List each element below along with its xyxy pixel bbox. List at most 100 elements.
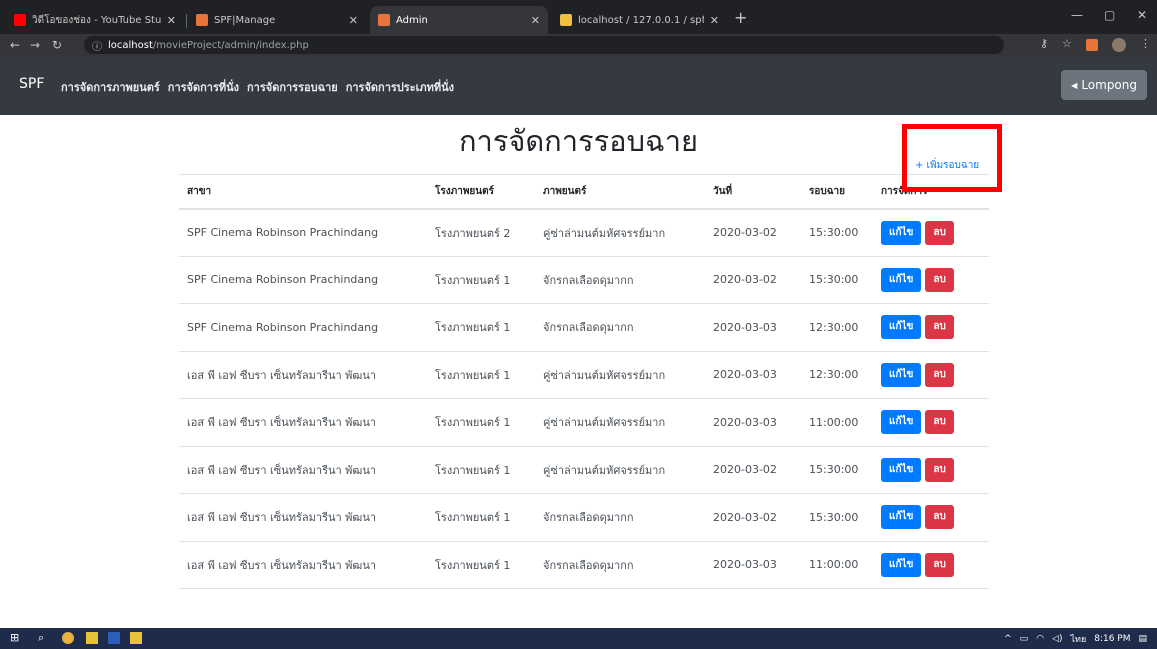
key-icon[interactable]: ⚷ xyxy=(1040,37,1048,50)
delete-button[interactable]: ลบ xyxy=(925,410,954,435)
nav-link-movies[interactable]: การจัดการภาพยนตร์ xyxy=(61,78,160,96)
delete-button[interactable]: ลบ xyxy=(925,362,954,387)
browser-tab[interactable]: localhost / 127.0.0.1 / spf / ticke ✕ xyxy=(552,6,727,34)
forward-arrow-icon[interactable]: → xyxy=(30,38,40,52)
user-name: Lompong xyxy=(1081,78,1137,92)
app-navbar: SPF การจัดการภาพยนตร์ การจัดการที่นั่ง ก… xyxy=(0,56,1157,115)
header-branch: สาขา xyxy=(179,174,427,210)
header-theater: โรงภาพยนตร์ xyxy=(427,174,535,210)
tab-title: วิดีโอของช่อง - YouTube Studio xyxy=(32,14,161,26)
minimize-icon[interactable]: — xyxy=(1071,8,1083,22)
cell-branch: SPF Cinema Robinson Prachindang xyxy=(179,303,427,352)
nav-link-seat-types[interactable]: การจัดการประเภทที่นั่ง xyxy=(346,78,454,96)
nav-links: การจัดการภาพยนตร์ การจัดการที่นั่ง การจั… xyxy=(61,78,454,96)
edit-button[interactable]: แก้ไข xyxy=(881,505,922,530)
showtime-table: สาขา โรงภาพยนตร์ ภาพยนตร์ วันที่ รอบฉาย … xyxy=(179,174,989,589)
delete-button[interactable]: ลบ xyxy=(925,457,954,482)
delete-button[interactable]: ลบ xyxy=(925,267,954,292)
extension-icon[interactable] xyxy=(1086,39,1098,51)
delete-button[interactable]: ลบ xyxy=(925,220,954,245)
cell-time: 15:30:00 xyxy=(801,208,873,257)
cell-date: 2020-03-02 xyxy=(705,256,801,304)
cell-movie: จักรกลเลือดดุมากก xyxy=(535,493,705,542)
cell-movie: จักรกลเลือดดุมากก xyxy=(535,541,705,589)
battery-icon[interactable]: ▭ xyxy=(1020,634,1029,644)
close-tab-icon[interactable]: ✕ xyxy=(531,14,540,27)
delete-button[interactable]: ลบ xyxy=(925,505,954,530)
close-window-icon[interactable]: ✕ xyxy=(1137,8,1147,22)
volume-icon[interactable]: ◁) xyxy=(1052,634,1062,644)
close-tab-icon[interactable]: ✕ xyxy=(710,14,719,27)
edit-button[interactable]: แก้ไข xyxy=(881,220,922,245)
cell-theater: โรงภาพยนตร์ 2 xyxy=(427,208,535,257)
back-arrow-icon[interactable]: ← xyxy=(10,38,20,52)
browser-tab[interactable]: SPF|Manage ✕ xyxy=(188,6,366,34)
address-bar[interactable]: ⓘ localhost /movieProject/admin/index.ph… xyxy=(84,36,1004,54)
notification-icon[interactable]: ▤ xyxy=(1138,634,1147,644)
new-tab-icon[interactable]: + xyxy=(734,10,747,26)
url-host: localhost xyxy=(108,39,153,51)
user-button[interactable]: ◀ Lompong xyxy=(1061,70,1147,100)
edit-button[interactable]: แก้ไข xyxy=(881,362,922,387)
edit-button[interactable]: แก้ไข xyxy=(881,315,922,340)
close-tab-icon[interactable]: ✕ xyxy=(349,14,358,27)
profile-avatar[interactable] xyxy=(1112,38,1126,52)
cell-time: 11:00:00 xyxy=(801,541,873,589)
reload-icon[interactable]: ↻ xyxy=(52,38,62,52)
delete-button[interactable]: ลบ xyxy=(925,552,954,577)
red-highlight-box xyxy=(902,124,1002,192)
header-date: วันที่ xyxy=(705,174,801,210)
table-row: SPF Cinema Robinson Prachindang โรงภาพยน… xyxy=(179,208,989,257)
edit-button[interactable]: แก้ไข xyxy=(881,410,922,435)
file-explorer-icon[interactable] xyxy=(130,632,142,644)
nav-link-seats[interactable]: การจัดการที่นั่ง xyxy=(168,78,239,96)
sticky-notes-icon[interactable] xyxy=(86,632,98,644)
info-icon[interactable]: ⓘ xyxy=(92,38,102,53)
site-favicon-icon xyxy=(196,14,208,26)
browser-tab[interactable]: วิดีโอของช่อง - YouTube Studio ✕ xyxy=(6,6,184,34)
nav-link-showtimes[interactable]: การจัดการรอบฉาย xyxy=(247,78,338,96)
tab-title: Admin xyxy=(396,14,428,26)
language-indicator[interactable]: ไทย xyxy=(1070,632,1086,646)
maximize-icon[interactable]: ▢ xyxy=(1104,8,1115,22)
edit-button[interactable]: แก้ไข xyxy=(881,267,922,292)
network-icon[interactable]: ◠ xyxy=(1036,634,1044,644)
cell-movie: คู่ซ่าล่ามนต์มหัศจรรย์มาก xyxy=(535,208,705,257)
cell-branch: เอส พี เอฟ ซีบรา เซ็นทรัลมารีนา พัฒนา xyxy=(179,398,427,447)
windows-taskbar: ⊞ ⌕ ^ ▭ ◠ ◁) ไทย 8:16 PM ▤ xyxy=(0,628,1157,649)
close-tab-icon[interactable]: ✕ xyxy=(167,14,176,27)
table-row: เอส พี เอฟ ซีบรา เซ็นทรัลมารีนา พัฒนา โร… xyxy=(179,446,989,494)
edit-button[interactable]: แก้ไข xyxy=(881,457,922,482)
table-header-row: สาขา โรงภาพยนตร์ ภาพยนตร์ วันที่ รอบฉาย … xyxy=(179,174,989,210)
chrome-taskbar-icon[interactable] xyxy=(62,632,74,644)
edit-button[interactable]: แก้ไข xyxy=(881,552,922,577)
browser-tab-active[interactable]: Admin ✕ xyxy=(370,6,548,34)
windows-start-icon[interactable]: ⊞ xyxy=(10,631,19,645)
word-icon[interactable] xyxy=(108,632,120,644)
cell-theater: โรงภาพยนตร์ 1 xyxy=(427,398,535,447)
star-icon[interactable]: ☆ xyxy=(1062,37,1072,50)
cell-action: แก้ไข ลบ xyxy=(873,303,989,352)
brand-logo[interactable]: SPF xyxy=(19,76,44,92)
clock[interactable]: 8:16 PM xyxy=(1094,634,1130,644)
url-path: /movieProject/admin/index.php xyxy=(152,39,309,51)
cell-theater: โรงภาพยนตร์ 1 xyxy=(427,541,535,589)
chevron-up-icon[interactable]: ^ xyxy=(1004,634,1012,644)
cell-action: แก้ไข ลบ xyxy=(873,208,989,257)
menu-kebab-icon[interactable]: ⋮ xyxy=(1140,37,1151,50)
tab-title: localhost / 127.0.0.1 / spf / ticke xyxy=(578,14,704,26)
cell-date: 2020-03-03 xyxy=(705,303,801,352)
cell-movie: คู่ซ่าล่ามนต์มหัศจรรย์มาก xyxy=(535,446,705,494)
table-row: เอส พี เอฟ ซีบรา เซ็นทรัลมารีนา พัฒนา โร… xyxy=(179,351,989,399)
table-row: SPF Cinema Robinson Prachindang โรงภาพยน… xyxy=(179,303,989,352)
table-row: เอส พี เอฟ ซีบรา เซ็นทรัลมารีนา พัฒนา โร… xyxy=(179,541,989,589)
delete-button[interactable]: ลบ xyxy=(925,315,954,340)
cell-action: แก้ไข ลบ xyxy=(873,493,989,542)
cell-action: แก้ไข ลบ xyxy=(873,351,989,399)
cell-branch: SPF Cinema Robinson Prachindang xyxy=(179,256,427,304)
cell-time: 15:30:00 xyxy=(801,446,873,494)
table-row: SPF Cinema Robinson Prachindang โรงภาพยน… xyxy=(179,256,989,304)
table-row: เอส พี เอฟ ซีบรา เซ็นทรัลมารีนา พัฒนา โร… xyxy=(179,493,989,542)
search-icon[interactable]: ⌕ xyxy=(38,631,44,645)
cell-action: แก้ไข ลบ xyxy=(873,446,989,494)
